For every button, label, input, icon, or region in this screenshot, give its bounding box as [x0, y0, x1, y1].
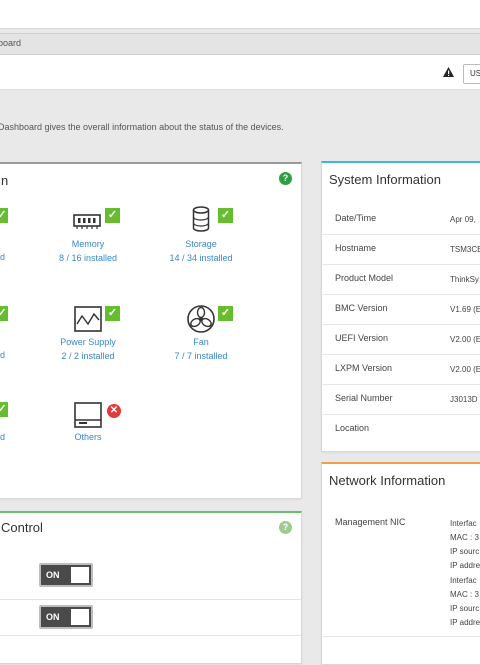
info-key: Serial Number: [335, 393, 393, 403]
power-supply-status-link[interactable]: 2 / 2 installed: [28, 351, 148, 361]
info-row: Hostname TSM3CE: [322, 234, 480, 265]
power-toggle[interactable]: ON: [39, 605, 93, 629]
nic-detail-line: IP sourc: [450, 547, 480, 556]
power-supply-icon[interactable]: [74, 306, 102, 332]
info-value: ThinkSy: [450, 275, 479, 284]
hardware-health-card: n ? ✓ ✓ ✓ d d d ✓ Memory 8 / 16 installe…: [0, 162, 302, 499]
toggle-label: ON: [46, 612, 60, 622]
others-link[interactable]: Others: [28, 432, 148, 442]
info-value: Apr 09,: [450, 215, 476, 224]
info-key: Hostname: [335, 243, 377, 253]
device-status-link[interactable]: d: [0, 252, 5, 262]
nic-detail-line: Interfac: [450, 519, 477, 528]
device-status-link[interactable]: d: [0, 350, 5, 360]
language-select-value: US: [470, 69, 480, 78]
network-information-card: Network Information Management NIC Inter…: [321, 462, 480, 665]
info-row: Location: [322, 414, 480, 444]
breadcrumb: board: [0, 33, 480, 55]
storage-link[interactable]: Storage: [141, 239, 261, 249]
check-icon: ✓: [0, 306, 8, 321]
nic-detail-line: IP addre: [450, 618, 480, 627]
info-row: UEFI Version V2.00 (E: [322, 324, 480, 355]
device-status-link[interactable]: d: [0, 432, 5, 442]
storage-status-link[interactable]: 14 / 34 installed: [141, 253, 261, 263]
nic-detail-line: IP addre: [450, 561, 480, 570]
dashboard-description: Dashboard gives the overall information …: [0, 122, 284, 132]
nic-detail-line: MAC : 3: [450, 533, 479, 542]
breadcrumb-label: board: [0, 38, 22, 48]
toggle-label: ON: [46, 570, 60, 580]
info-key: Date/Time: [335, 213, 377, 223]
check-icon: ✓: [218, 306, 233, 321]
check-icon: ✓: [218, 208, 233, 223]
info-row: Product Model ThinkSy: [322, 264, 480, 295]
toggle-knob: [71, 567, 89, 583]
divider: [322, 636, 480, 637]
memory-icon[interactable]: [73, 212, 101, 230]
help-icon[interactable]: ?: [279, 172, 292, 185]
hardware-card-title: n: [1, 173, 9, 188]
info-key: Location: [335, 423, 370, 433]
check-icon: ✓: [0, 402, 8, 417]
language-select[interactable]: US: [463, 64, 480, 84]
check-icon: ✓: [0, 208, 8, 223]
memory-status-link[interactable]: 8 / 16 installed: [28, 253, 148, 263]
info-value: J3013D: [450, 395, 478, 404]
system-information-title: System Information: [329, 172, 441, 187]
memory-link[interactable]: Memory: [28, 239, 148, 249]
storage-icon[interactable]: [192, 206, 210, 232]
power-control-title: Control: [1, 520, 43, 535]
info-key: BMC Version: [335, 303, 388, 313]
system-information-card: System Information Date/Time Apr 09, Hos…: [321, 161, 480, 452]
info-key: Product Model: [335, 273, 394, 283]
network-information-title: Network Information: [329, 473, 446, 488]
info-row: Serial Number J3013D: [322, 384, 480, 415]
nic-detail-line: Interfac: [450, 576, 477, 585]
error-icon: ✕: [107, 404, 121, 418]
management-nic-label: Management NIC: [335, 517, 406, 527]
power-supply-link[interactable]: Power Supply: [28, 337, 148, 347]
info-key: UEFI Version: [335, 333, 389, 343]
check-icon: ✓: [105, 306, 120, 321]
info-value: TSM3CE: [450, 245, 480, 254]
nic-detail-line: MAC : 3: [450, 590, 479, 599]
power-control-card: Control ? ON ON: [0, 511, 302, 664]
fan-icon[interactable]: [186, 304, 216, 334]
info-row: BMC Version V1.69 (E: [322, 294, 480, 325]
info-value: V2.00 (E: [450, 335, 480, 344]
check-icon: ✓: [105, 208, 120, 223]
toggle-knob: [71, 609, 89, 625]
page-header: [0, 55, 480, 90]
others-icon[interactable]: [74, 402, 102, 428]
info-key: LXPM Version: [335, 363, 393, 373]
fan-link[interactable]: Fan: [141, 337, 261, 347]
help-icon[interactable]: ?: [279, 521, 292, 534]
info-value: V1.69 (E: [450, 305, 480, 314]
top-bar: [0, 0, 480, 29]
power-toggle[interactable]: ON: [39, 563, 93, 587]
nic-detail-line: IP sourc: [450, 604, 480, 613]
info-row: Date/Time Apr 09,: [322, 204, 480, 235]
info-value: V2.00 (E: [450, 365, 480, 374]
info-row: LXPM Version V2.00 (E: [322, 354, 480, 385]
warning-icon[interactable]: [443, 67, 454, 77]
fan-status-link[interactable]: 7 / 7 installed: [141, 351, 261, 361]
